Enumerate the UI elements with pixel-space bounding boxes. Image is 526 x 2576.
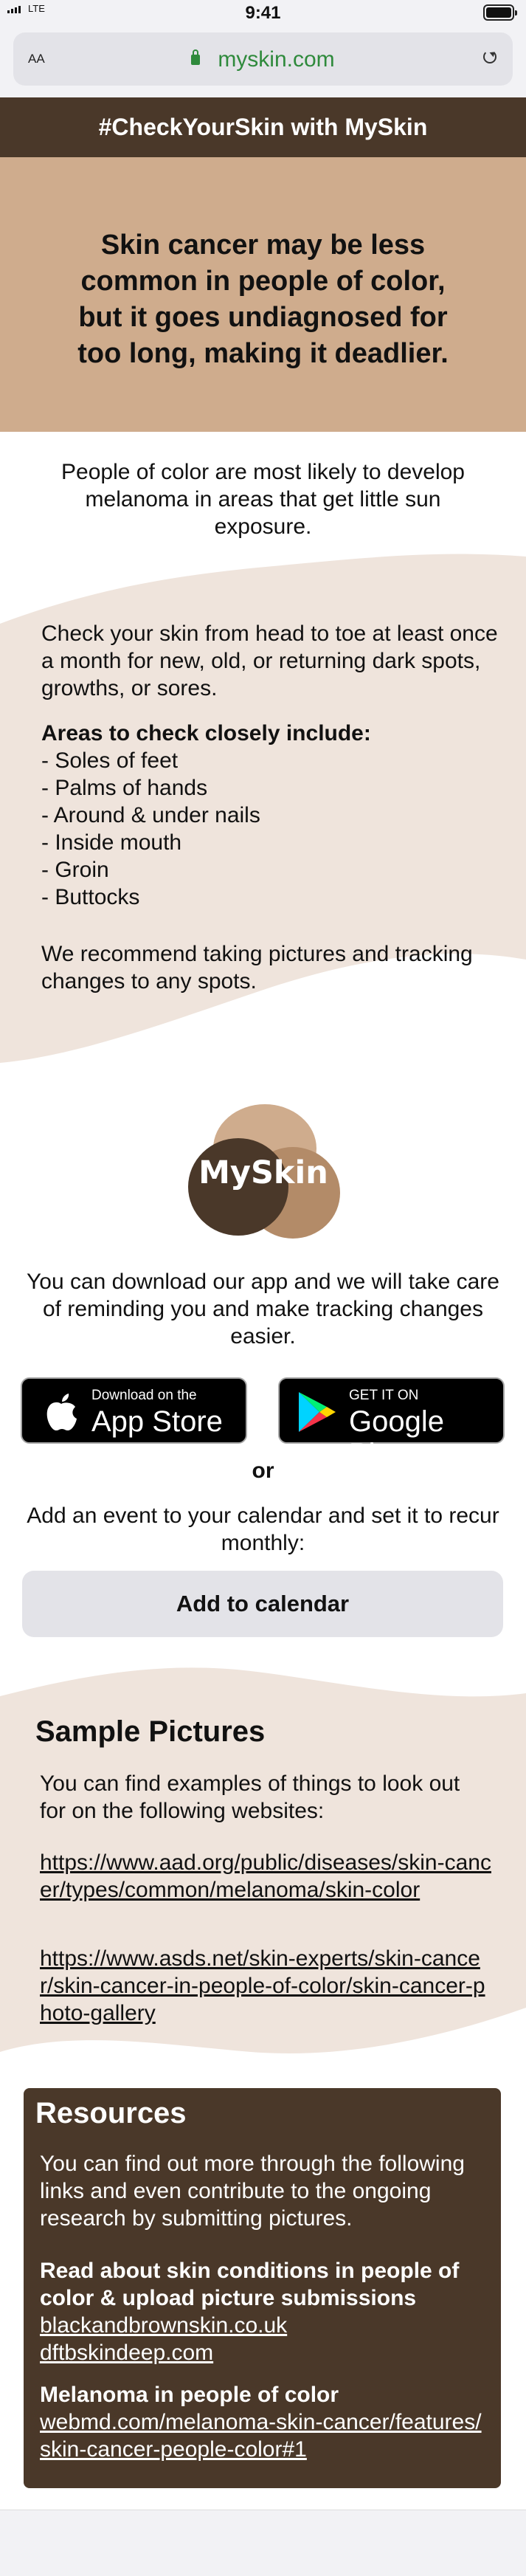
reload-icon[interactable] (483, 50, 496, 63)
calendar-text: Add an event to your calendar and set it… (27, 1504, 499, 1555)
url-field[interactable]: myskin.com (13, 47, 513, 72)
lock-icon (191, 49, 201, 65)
battery-icon (483, 4, 517, 21)
page-banner: #CheckYourSkin with MySkin (0, 97, 526, 157)
hero-text: Skin cancer may be less common in people… (77, 230, 449, 369)
resources-heading-melanoma: Melanoma in people of color (40, 2383, 339, 2407)
add-to-calendar-button[interactable]: Add to calendar (22, 1571, 503, 1637)
resources-section: Resources You can find out more through … (24, 2088, 501, 2488)
list-item: - Buttocks (41, 885, 140, 909)
browser-bottom-bar (0, 2510, 526, 2576)
app-store-small-label: Download on the (91, 1388, 197, 1403)
checklist-section: Check your skin from head to toe at leas… (41, 620, 499, 995)
samples-title: Sample Pictures (35, 1715, 266, 1748)
myskin-logo: MySkin (182, 1095, 345, 1243)
status-time: 9:41 (245, 3, 281, 23)
list-item: - Inside mouth (41, 830, 182, 855)
app-download-text: You can download our app and we will tak… (27, 1270, 499, 1349)
list-item: - Around & under nails (41, 803, 260, 827)
address-bar[interactable]: AA myskin.com (13, 32, 513, 86)
status-bar: LTE 9:41 (0, 0, 526, 30)
blackandbrownskin-link[interactable]: blackandbrownskin.co.uk (40, 2312, 490, 2339)
intro-text: People of color are most likely to devel… (61, 460, 465, 539)
dftbskindeep-link[interactable]: dftbskindeep.com (40, 2339, 490, 2366)
resources-heading-conditions: Read about skin conditions in people of … (40, 2259, 460, 2310)
logo-text: MySkin (198, 1154, 328, 1191)
apple-icon (46, 1394, 77, 1430)
browser-toolbar: AA myskin.com (0, 30, 526, 97)
list-item: - Soles of feet (41, 748, 179, 773)
samples-text: You can find examples of things to look … (40, 1771, 460, 1823)
list-item: - Palms of hands (41, 776, 208, 800)
checklist-recommendation: We recommend taking pictures and trackin… (41, 942, 473, 993)
google-play-button[interactable]: GET IT ON Google Play (278, 1377, 505, 1470)
webmd-link[interactable]: webmd.com/melanoma-skin-cancer/features/… (40, 2408, 490, 2463)
app-store-label: App Store (91, 1405, 223, 1438)
resources-title: Resources (35, 2097, 187, 2129)
url-text: myskin.com (218, 47, 335, 72)
app-store-button[interactable]: Download on the App Store (21, 1377, 247, 1444)
asds-link[interactable]: https://www.asds.net/skin-experts/skin-c… (40, 1945, 491, 2027)
google-play-icon (299, 1392, 336, 1432)
checklist-intro: Check your skin from head to toe at leas… (41, 621, 498, 700)
google-play-small-label: GET IT ON (349, 1388, 419, 1403)
areas-list: - Soles of feet - Palms of hands - Aroun… (41, 747, 499, 911)
or-divider: or (252, 1459, 274, 1483)
hero-section: Skin cancer may be less common in people… (0, 157, 526, 432)
resources-text: You can find out more through the follow… (40, 2152, 465, 2231)
list-item: - Groin (41, 858, 109, 882)
aad-link[interactable]: https://www.aad.org/public/diseases/skin… (40, 1849, 491, 1904)
checklist-heading: Areas to check closely include: (41, 721, 371, 745)
